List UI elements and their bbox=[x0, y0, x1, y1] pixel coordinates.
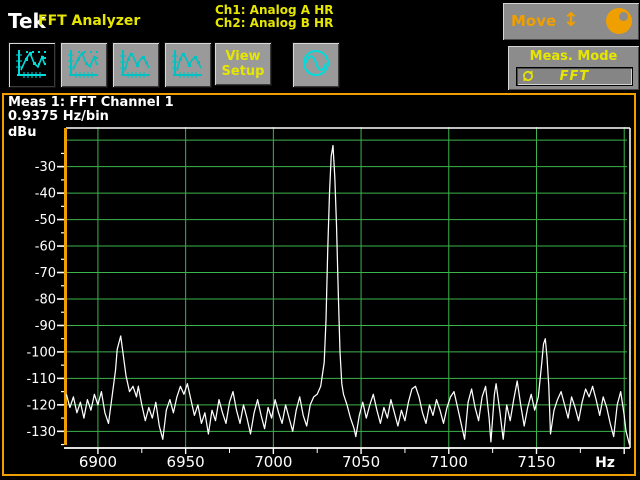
measurement-title: Meas 1: FFT Channel 1 bbox=[8, 95, 174, 110]
spectrum-thumbnail-icon bbox=[169, 47, 207, 81]
signal-generator-button[interactable] bbox=[292, 42, 340, 88]
meas-mode-label: Meas. Mode bbox=[508, 49, 639, 64]
meas-mode-selector[interactable]: Meas. Mode FFT bbox=[507, 45, 640, 91]
spectrum-thumbnail-icon bbox=[117, 47, 155, 81]
measurement-panel bbox=[2, 93, 636, 476]
view-setup-label-line2: Setup bbox=[215, 64, 271, 79]
bin-resolution: 0.9375 Hz/bin bbox=[8, 109, 109, 124]
spectrum-thumbnail-icon bbox=[13, 47, 51, 81]
ch2-label: Ch2: Analog B HR bbox=[215, 17, 333, 30]
meas-mode-value: FFT bbox=[517, 69, 632, 84]
fft-analyzer-screen: Tek FFT Analyzer Ch1: Analog A HR Ch2: A… bbox=[0, 0, 640, 480]
up-down-arrow-icon: ↕ bbox=[563, 9, 579, 31]
meas-mode-value-box: FFT bbox=[516, 67, 633, 86]
knob-indicator-dot bbox=[619, 12, 628, 21]
waveform-view-button-1[interactable] bbox=[8, 42, 56, 88]
sine-wave-icon bbox=[297, 47, 335, 81]
knob-icon bbox=[606, 8, 632, 34]
waveform-view-button-4[interactable] bbox=[164, 42, 212, 88]
move-button[interactable]: Move ↕ bbox=[502, 2, 640, 41]
y-axis-unit-label: dBu bbox=[8, 125, 36, 140]
view-setup-button[interactable]: View Setup bbox=[214, 42, 272, 86]
move-label: Move bbox=[511, 12, 556, 30]
view-setup-label-line1: View bbox=[215, 49, 271, 64]
spectrum-thumbnail-icon bbox=[65, 47, 103, 81]
app-title: FFT Analyzer bbox=[38, 13, 140, 29]
channel-info: Ch1: Analog A HR Ch2: Analog B HR bbox=[215, 4, 333, 30]
waveform-view-button-2[interactable] bbox=[60, 42, 108, 88]
waveform-view-button-3[interactable] bbox=[112, 42, 160, 88]
